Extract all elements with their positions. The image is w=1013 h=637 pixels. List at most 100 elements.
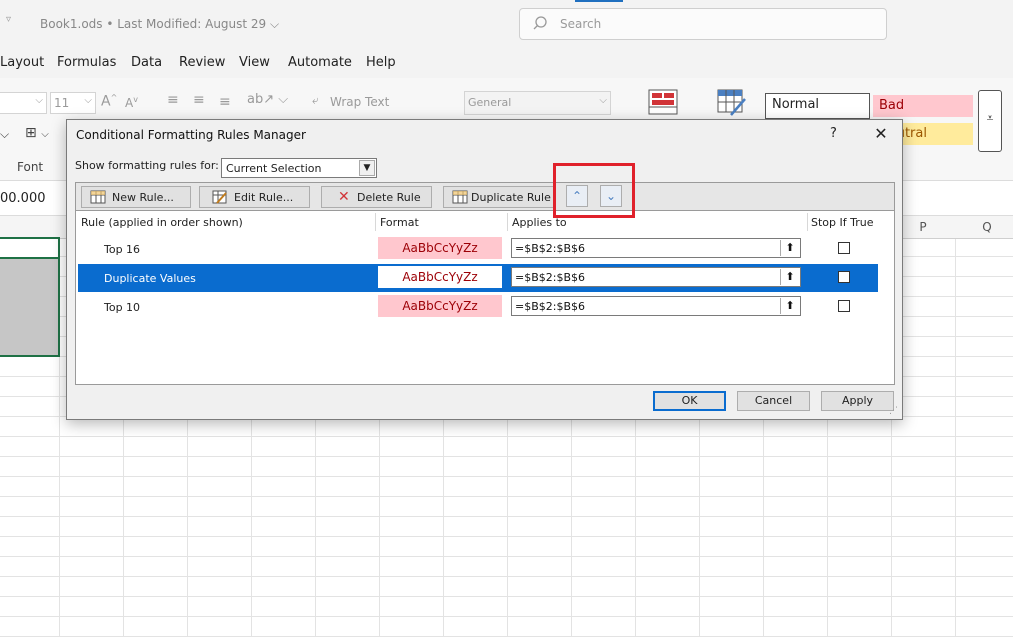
menu-help[interactable]: Help bbox=[366, 55, 396, 70]
ok-button[interactable]: OK bbox=[653, 391, 726, 411]
applies-to-value: =$B$2:$B$6 bbox=[515, 271, 586, 284]
delete-rule-label: Delete Rule bbox=[357, 191, 421, 204]
number-format-box[interactable]: General ⌵ bbox=[464, 91, 611, 115]
highlight-annotation bbox=[553, 163, 635, 218]
borders-icon[interactable]: ⊞ ⌵ bbox=[25, 125, 49, 141]
selected-range[interactable] bbox=[0, 257, 60, 357]
format-preview: AaBbCcYyZz bbox=[378, 266, 502, 288]
duplicate-rule-button[interactable]: Duplicate Rule bbox=[443, 186, 554, 208]
search-icon bbox=[532, 15, 548, 34]
style-bad-label: Bad bbox=[879, 98, 905, 113]
number-format-value: General bbox=[468, 96, 512, 109]
rules-list: Rule (applied in order shown) Format App… bbox=[75, 210, 895, 385]
applies-to-field[interactable]: =$B$2:$B$6 ⬆ bbox=[511, 296, 801, 316]
more-icon: ⩡ bbox=[986, 111, 994, 125]
align-middle-icon[interactable]: ≡ bbox=[193, 92, 205, 108]
selected-cell-top[interactable] bbox=[0, 237, 60, 257]
collapse-range-icon[interactable]: ⬆ bbox=[780, 269, 799, 285]
rule-name: Duplicate Values bbox=[104, 272, 196, 285]
format-as-table-icon[interactable] bbox=[717, 89, 747, 120]
column-divider[interactable] bbox=[375, 213, 376, 231]
show-rules-label: Show formatting rules for: bbox=[75, 159, 219, 172]
formula-value[interactable]: 00.000 bbox=[0, 191, 46, 206]
menu-bar: Layout Formulas Data Review View Automat… bbox=[0, 48, 1013, 78]
styles-more-button[interactable]: ⩡ bbox=[978, 90, 1002, 152]
new-rule-icon bbox=[90, 190, 106, 207]
conditional-formatting-icon[interactable] bbox=[648, 89, 678, 118]
scope-select-value: Current Selection bbox=[226, 162, 322, 175]
orientation-icon[interactable]: ab↗ ⌵ bbox=[247, 92, 288, 107]
quick-access-chevron-icon[interactable]: ▿ bbox=[6, 14, 11, 25]
format-preview: AaBbCcYyZz bbox=[378, 295, 502, 317]
column-header-q[interactable]: Q bbox=[955, 220, 1013, 234]
wrap-text-label[interactable]: Wrap Text bbox=[330, 95, 389, 109]
apply-button[interactable]: Apply bbox=[821, 391, 894, 411]
menu-layout[interactable]: Layout bbox=[0, 55, 44, 70]
rules-toolbar: New Rule... Edit Rule... ✕ Delete Rule D… bbox=[75, 182, 895, 210]
menu-data[interactable]: Data bbox=[131, 55, 162, 70]
close-icon[interactable]: ✕ bbox=[871, 124, 891, 143]
stop-if-true-checkbox[interactable] bbox=[838, 271, 850, 283]
column-divider[interactable] bbox=[507, 213, 508, 231]
duplicate-rule-label: Duplicate Rule bbox=[471, 191, 551, 204]
column-header-stop-if-true: Stop If True bbox=[811, 216, 874, 229]
font-size-box[interactable]: 11 ⌵ bbox=[50, 92, 96, 114]
rule-name: Top 10 bbox=[104, 301, 141, 314]
search-box[interactable]: Search bbox=[519, 8, 887, 40]
rule-row-duplicate-values[interactable]: Duplicate Values AaBbCcYyZz =$B$2:$B$6 ⬆ bbox=[78, 264, 878, 292]
group-label-font: Font bbox=[17, 160, 44, 174]
new-rule-button[interactable]: New Rule... bbox=[81, 186, 191, 208]
delete-rule-button[interactable]: ✕ Delete Rule bbox=[321, 186, 432, 208]
cancel-button[interactable]: Cancel bbox=[737, 391, 810, 411]
menu-automate[interactable]: Automate bbox=[288, 55, 352, 70]
menu-formulas[interactable]: Formulas bbox=[57, 55, 116, 70]
menu-view[interactable]: View bbox=[239, 55, 270, 70]
edit-rule-icon bbox=[212, 190, 228, 207]
font-name-box[interactable]: ⌵ bbox=[0, 92, 47, 114]
column-header-rule: Rule (applied in order shown) bbox=[81, 216, 243, 229]
document-title[interactable]: Book1.ods • Last Modified: August 29 ⌵ bbox=[40, 17, 279, 32]
chevron-down-icon[interactable]: ▼ bbox=[359, 160, 375, 176]
help-icon[interactable]: ? bbox=[830, 126, 837, 141]
scope-select[interactable]: Current Selection ▼ bbox=[221, 158, 377, 178]
column-divider[interactable] bbox=[807, 213, 808, 231]
style-normal-label: Normal bbox=[772, 97, 820, 112]
chevron-down-icon: ⌵ bbox=[599, 95, 607, 106]
collapse-range-icon[interactable]: ⬆ bbox=[780, 240, 799, 256]
style-normal[interactable]: Normal bbox=[765, 93, 870, 119]
stop-if-true-checkbox[interactable] bbox=[838, 242, 850, 254]
format-preview: AaBbCcYyZz bbox=[378, 237, 502, 259]
font-size-value: 11 bbox=[54, 96, 70, 110]
align-top-icon[interactable]: ≡ bbox=[167, 92, 179, 108]
rule-name: Top 16 bbox=[104, 243, 141, 256]
menu-review[interactable]: Review bbox=[179, 55, 225, 70]
dialog-title: Conditional Formatting Rules Manager bbox=[76, 128, 306, 142]
wrap-text-icon[interactable]: ⤶ bbox=[312, 93, 319, 108]
stop-if-true-checkbox[interactable] bbox=[838, 300, 850, 312]
chevron-down-icon: ⌵ bbox=[35, 95, 43, 106]
new-rule-label: New Rule... bbox=[112, 191, 174, 204]
style-bad[interactable]: Bad bbox=[873, 95, 973, 117]
align-bottom-icon[interactable]: ≡ bbox=[219, 94, 231, 110]
conditional-formatting-rules-manager-dialog: Conditional Formatting Rules Manager ? ✕… bbox=[66, 119, 903, 420]
search-placeholder: Search bbox=[560, 17, 602, 31]
applies-to-value: =$B$2:$B$6 bbox=[515, 300, 586, 313]
decrease-font-icon[interactable]: Av bbox=[125, 95, 138, 110]
column-header-format: Format bbox=[380, 216, 419, 229]
duplicate-rule-icon bbox=[452, 190, 468, 207]
active-accent-bar bbox=[575, 0, 623, 2]
resize-grip-icon[interactable]: ⋰ bbox=[889, 406, 898, 416]
chevron-down-icon: ⌵ bbox=[84, 95, 92, 106]
fill-dropdown-icon[interactable]: ⌵ bbox=[0, 127, 9, 142]
edit-rule-button[interactable]: Edit Rule... bbox=[199, 186, 310, 208]
applies-to-field[interactable]: =$B$2:$B$6 ⬆ bbox=[511, 238, 801, 258]
title-bar: ▿ Book1.ods • Last Modified: August 29 ⌵… bbox=[0, 0, 1013, 48]
collapse-range-icon[interactable]: ⬆ bbox=[780, 298, 799, 314]
rule-row-top-10[interactable]: Top 10 AaBbCcYyZz =$B$2:$B$6 ⬆ bbox=[78, 293, 878, 321]
rule-row-top-16[interactable]: Top 16 AaBbCcYyZz =$B$2:$B$6 ⬆ bbox=[78, 235, 878, 263]
applies-to-field[interactable]: =$B$2:$B$6 ⬆ bbox=[511, 267, 801, 287]
applies-to-value: =$B$2:$B$6 bbox=[515, 242, 586, 255]
edit-rule-label: Edit Rule... bbox=[234, 191, 294, 204]
increase-font-icon[interactable]: A^ bbox=[101, 93, 117, 110]
delete-icon: ✕ bbox=[338, 189, 350, 205]
